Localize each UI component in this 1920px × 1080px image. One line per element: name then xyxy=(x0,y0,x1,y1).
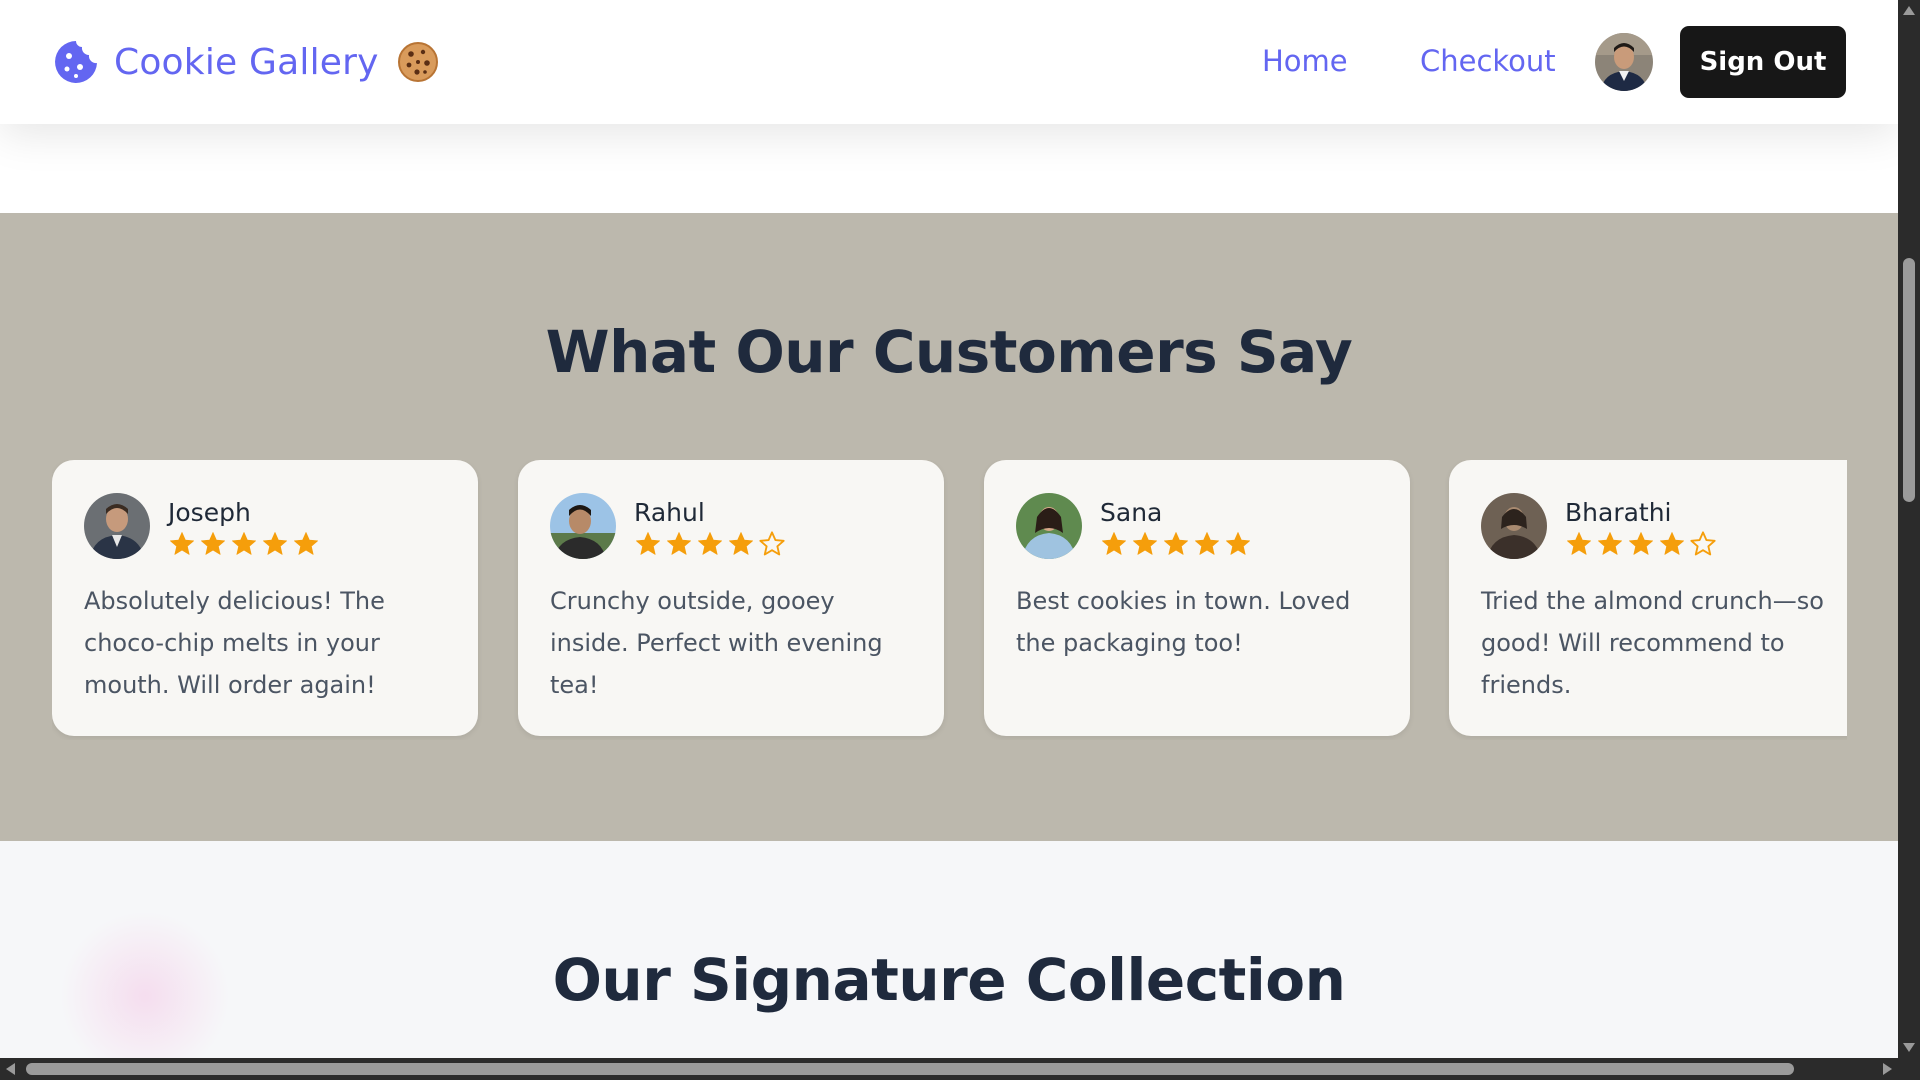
testimonial-text: Absolutely delicious! The choco-chip mel… xyxy=(84,587,385,699)
signature-collection-heading: Our Signature Collection xyxy=(552,946,1346,1014)
star-filled-icon xyxy=(294,532,318,555)
star-filled-icon xyxy=(170,532,194,555)
scroll-down-arrow-icon[interactable] xyxy=(1903,1043,1915,1052)
scroll-left-arrow-icon[interactable] xyxy=(6,1063,15,1075)
customer-avatar xyxy=(550,493,616,559)
scrollbar-corner xyxy=(1898,1058,1920,1080)
star-filled-icon xyxy=(636,532,660,555)
star-filled-icon xyxy=(1133,532,1157,555)
signature-collection-section: Our Signature Collection xyxy=(0,841,1898,1058)
user-avatar-image xyxy=(1595,33,1653,91)
star-filled-icon xyxy=(263,532,287,555)
star-rating xyxy=(634,530,789,558)
star-outline-icon xyxy=(1690,531,1716,556)
testimonial-card: Joseph Absolutely delicious! The choco-c… xyxy=(52,460,478,736)
testimonial-card: Sana Best cookies in town. Loved the pac… xyxy=(984,460,1410,736)
vertical-scroll-thumb[interactable] xyxy=(1903,258,1915,502)
star-rating xyxy=(1100,530,1255,558)
customer-name: Sana xyxy=(1100,498,1163,527)
star-filled-icon xyxy=(1102,532,1126,555)
nav-home-link[interactable]: Home xyxy=(1262,44,1348,78)
page-viewport: Cookie Gallery Home Checkout Sign Out Wh… xyxy=(0,0,1898,1058)
sign-out-button[interactable]: Sign Out xyxy=(1680,26,1846,98)
customer-avatar xyxy=(84,493,150,559)
star-filled-icon xyxy=(667,532,691,555)
user-avatar[interactable] xyxy=(1595,33,1653,91)
cookie-emoji-icon xyxy=(397,42,438,82)
testimonial-card: Bharathi Tried the almond crunch—so good… xyxy=(1449,460,1847,736)
testimonial-text: Best cookies in town. Loved the packagin… xyxy=(1016,587,1351,657)
nav-checkout-link[interactable]: Checkout xyxy=(1420,44,1556,78)
star-filled-icon xyxy=(1629,532,1653,555)
star-filled-icon xyxy=(1226,532,1250,555)
cookie-logo-icon xyxy=(55,41,97,83)
star-filled-icon xyxy=(201,532,225,555)
customer-avatar xyxy=(1481,493,1547,559)
horizontal-scroll-thumb[interactable] xyxy=(26,1063,1794,1075)
testimonials-section: What Our Customers Say Joseph Absolutely… xyxy=(0,213,1898,841)
customer-photo xyxy=(550,493,616,559)
brand-name: Cookie Gallery xyxy=(114,41,379,83)
testimonial-text: Crunchy outside, gooey inside. Perfect w… xyxy=(550,587,883,699)
customer-photo xyxy=(1016,493,1082,559)
star-filled-icon xyxy=(698,532,722,555)
star-rating xyxy=(168,530,323,558)
star-filled-icon xyxy=(1660,532,1684,555)
testimonial-text: Tried the almond crunch—so good! Will re… xyxy=(1481,587,1824,699)
star-outline-icon xyxy=(759,531,785,556)
customer-name: Joseph xyxy=(168,498,251,527)
customer-photo xyxy=(84,493,150,559)
customer-name: Bharathi xyxy=(1565,498,1672,527)
customer-photo xyxy=(1481,493,1547,559)
testimonials-heading: What Our Customers Say xyxy=(545,318,1353,386)
customer-avatar xyxy=(1016,493,1082,559)
horizontal-scrollbar[interactable] xyxy=(0,1058,1898,1080)
testimonial-card: Rahul Crunchy outside, gooey inside. Per… xyxy=(518,460,944,736)
star-filled-icon xyxy=(1598,532,1622,555)
star-filled-icon xyxy=(1164,532,1188,555)
star-filled-icon xyxy=(729,532,753,555)
brand[interactable]: Cookie Gallery xyxy=(52,38,439,86)
scroll-right-arrow-icon[interactable] xyxy=(1883,1063,1892,1075)
star-filled-icon xyxy=(1567,532,1591,555)
customer-name: Rahul xyxy=(634,498,705,527)
star-rating xyxy=(1565,530,1720,558)
scroll-up-arrow-icon[interactable] xyxy=(1903,6,1915,15)
top-navbar: Cookie Gallery Home Checkout Sign Out xyxy=(0,0,1898,124)
star-filled-icon xyxy=(1195,532,1219,555)
testimonial-carousel[interactable]: Joseph Absolutely delicious! The choco-c… xyxy=(52,460,1847,740)
star-filled-icon xyxy=(232,532,256,555)
vertical-scrollbar[interactable] xyxy=(1898,0,1920,1058)
